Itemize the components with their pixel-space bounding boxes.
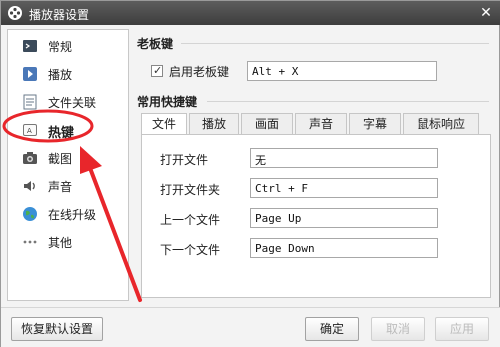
sidebar-item-label: 播放 (48, 68, 73, 82)
restore-defaults-button[interactable]: 恢复默认设置 (11, 317, 103, 341)
settings-sidebar: 常规 播放 文件关联 A 热键 截图 声音 在线升级 其他 (7, 29, 129, 301)
shortcut-field-open-file[interactable]: 无 (250, 148, 438, 168)
svg-text:A: A (27, 127, 32, 135)
boss-key-checkbox[interactable]: ✓ (151, 64, 163, 77)
play-icon (22, 66, 38, 82)
tab-subtitles[interactable]: 字幕 (349, 113, 401, 135)
sidebar-item-playback[interactable]: 播放 (8, 60, 128, 88)
document-icon (22, 94, 38, 110)
keyboard-key-icon: A (22, 122, 38, 138)
tab-mouse-response[interactable]: 鼠标响应 (403, 113, 479, 135)
more-dots-icon (22, 234, 38, 250)
title-bar: 播放器设置 ✕ (1, 1, 500, 25)
tab-picture[interactable]: 画面 (241, 113, 293, 135)
terminal-icon (22, 38, 38, 54)
camera-icon (22, 150, 38, 166)
sidebar-item-other[interactable]: 其他 (8, 228, 128, 256)
sidebar-item-screenshot[interactable]: 截图 (8, 144, 128, 172)
dialog-footer: 恢复默认设置 确定 取消 应用 (1, 307, 500, 347)
shortcut-field-next-file[interactable]: Page Down (250, 238, 438, 258)
shortcut-label-open-folder: 打开文件夹 (160, 183, 221, 197)
shortcut-field-previous-file[interactable]: Page Up (250, 208, 438, 228)
sidebar-item-label: 声音 (48, 180, 73, 194)
window-title: 播放器设置 (29, 8, 90, 22)
sidebar-item-label: 热键 (48, 126, 75, 141)
section-divider (181, 43, 489, 44)
sidebar-item-label: 常规 (48, 40, 73, 54)
sidebar-item-label: 文件关联 (48, 96, 97, 110)
sidebar-item-hotkeys[interactable]: A 热键 (8, 116, 128, 144)
checkmark-icon: ✓ (153, 64, 163, 77)
film-reel-icon (7, 5, 23, 21)
sidebar-item-sound[interactable]: 声音 (8, 172, 128, 200)
boss-key-field[interactable]: Alt + X (247, 61, 437, 81)
tab-sound[interactable]: 声音 (295, 113, 347, 135)
sidebar-item-label: 其他 (48, 236, 73, 250)
shortcut-label-previous-file: 上一个文件 (160, 213, 221, 227)
hotkeys-panel: 老板键 ✓ 启用老板键 Alt + X 常用快捷键 文件 播放 画面 声音 字幕… (131, 29, 493, 301)
shortcut-label-next-file: 下一个文件 (160, 243, 221, 257)
boss-key-checkbox-label: 启用老板键 (169, 65, 230, 79)
shortcuts-section-title: 常用快捷键 (137, 95, 198, 109)
shortcut-label-open-file: 打开文件 (160, 153, 209, 167)
speaker-icon (22, 178, 38, 194)
file-shortcuts-panel: 打开文件 无 打开文件夹 Ctrl + F 上一个文件 Page Up 下一个文… (141, 134, 491, 298)
shortcut-tabs: 文件 播放 画面 声音 字幕 鼠标响应 (141, 113, 491, 136)
sidebar-item-online-upgrade[interactable]: 在线升级 (8, 200, 128, 228)
ok-button[interactable]: 确定 (305, 317, 359, 341)
close-icon[interactable]: ✕ (477, 4, 495, 22)
sidebar-item-file-association[interactable]: 文件关联 (8, 88, 128, 116)
tab-file[interactable]: 文件 (141, 113, 187, 136)
section-divider (207, 101, 489, 102)
tab-playback[interactable]: 播放 (189, 113, 239, 135)
sidebar-item-label: 在线升级 (48, 208, 97, 222)
boss-key-section-title: 老板键 (137, 37, 174, 51)
cancel-button[interactable]: 取消 (371, 317, 425, 341)
apply-button[interactable]: 应用 (435, 317, 489, 341)
sidebar-item-label: 截图 (48, 152, 73, 166)
globe-icon (22, 206, 38, 222)
settings-window: 播放器设置 ✕ 常规 播放 文件关联 A 热键 截图 声音 在线升级 其他 老板… (0, 0, 500, 347)
shortcut-field-open-folder[interactable]: Ctrl + F (250, 178, 438, 198)
sidebar-item-general[interactable]: 常规 (8, 32, 128, 60)
